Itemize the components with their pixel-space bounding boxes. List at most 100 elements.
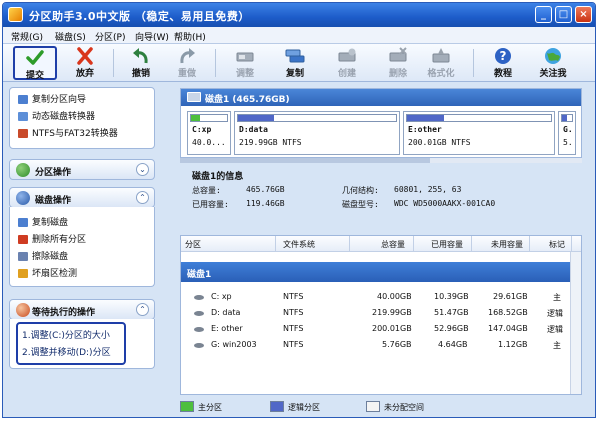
menu-partition[interactable]: 分区(P) (95, 30, 125, 43)
cell-flag: 主 (553, 293, 561, 302)
discard-label: 放弃 (75, 69, 94, 79)
partition-usage-fill (562, 115, 567, 121)
table-row[interactable]: D: data NTFS 219.99GB 51.47GB 168.52GB 逻… (181, 306, 581, 321)
pending-ops-header[interactable]: 等待执行的操作 ⌃ (9, 299, 155, 320)
table-scrollbar[interactable] (570, 252, 581, 394)
close-button[interactable]: × (575, 6, 592, 23)
geometry-value: 60801, 255, 63 (394, 185, 462, 194)
pending-item[interactable]: 1.调整(C:)分区的大小 (22, 328, 110, 341)
table-row[interactable]: E: other NTFS 200.01GB 52.96GB 147.04GB … (181, 322, 581, 337)
partition-name: G. (563, 125, 573, 134)
legend-unallocated: 未分配空间 (384, 403, 424, 412)
partition-block-d[interactable]: D:data 219.99GB NTFS (234, 111, 400, 155)
wizard-copy-partition[interactable]: 复制分区向导 (18, 92, 86, 106)
disk-ops-header[interactable]: 磁盘操作 ⌃ (9, 187, 155, 208)
dynamic-disk-icon (18, 112, 28, 121)
tutorial-button[interactable]: ? 教程 (481, 46, 525, 80)
menu-disk[interactable]: 磁盘(S) (55, 30, 86, 43)
toolbar-divider (215, 49, 216, 77)
menu-help[interactable]: 帮助(H) (174, 30, 206, 43)
disk-op-wipe[interactable]: 擦除磁盘 (18, 249, 68, 263)
logical-swatch (270, 401, 284, 412)
table-row[interactable]: C: xp NTFS 40.00GB 10.39GB 29.61GB 主 (181, 290, 581, 305)
disk-row[interactable]: 磁盘1 (181, 262, 581, 282)
wizard-dynamic-disk[interactable]: 动态磁盘转换器 (18, 109, 95, 123)
disk-op-label: 擦除磁盘 (32, 252, 69, 262)
chevron-up-icon[interactable]: ⌃ (136, 191, 149, 204)
partition-block-g[interactable]: G. 5. (558, 111, 576, 155)
column-header[interactable]: 标记 (549, 239, 565, 250)
app-window: 分区助手3.0中文版 （稳定、易用且免费） _ □ × 常规(G) 磁盘(S) … (2, 2, 596, 418)
partition-usage-fill (238, 115, 275, 121)
column-header[interactable]: 未用容量 (491, 239, 523, 250)
disk-map-header[interactable]: 磁盘1 (465.76GB) (181, 89, 581, 106)
column-header[interactable]: 总容量 (381, 239, 405, 250)
disk-ops-title: 磁盘操作 (35, 196, 72, 206)
bad-sector-icon (18, 269, 28, 278)
cell-partition: C: xp (211, 292, 232, 301)
partition-ops-title: 分区操作 (35, 168, 72, 178)
undo-button[interactable]: 撤销 (119, 46, 163, 80)
disk-op-bad-sector[interactable]: 坏扇区检测 (18, 266, 77, 280)
follow-button[interactable]: 关注我 (531, 46, 575, 80)
delete-label: 删除 (388, 69, 407, 79)
wizard-label: NTFS与FAT32转换器 (32, 129, 118, 139)
discard-button[interactable]: 放弃 (63, 46, 107, 80)
resize-button[interactable]: 调整 (223, 46, 267, 80)
disk-op-copy[interactable]: 复制磁盘 (18, 215, 68, 229)
redo-button[interactable]: 重做 (165, 46, 209, 80)
chevron-up-icon[interactable]: ⌃ (136, 303, 149, 316)
cell-filesystem: NTFS (283, 292, 304, 301)
disk-model-value: WDC WD5000AAKX-001CA0 (394, 199, 496, 208)
partition-name: E:other (408, 125, 442, 134)
copy-label: 复制 (285, 69, 304, 79)
partition-drive-icon (194, 343, 204, 348)
disk-map-scrollbar[interactable] (180, 158, 582, 163)
pending-item[interactable]: 2.调整并移动(D:)分区 (22, 345, 111, 358)
chevron-down-icon[interactable]: ⌄ (136, 163, 149, 176)
geometry-label: 几何结构: (342, 186, 379, 195)
menu-general[interactable]: 常规(G) (11, 30, 43, 43)
table-row[interactable]: G: win2003 NTFS 5.76GB 4.64GB 1.12GB 主 (181, 338, 581, 353)
resize-label: 调整 (235, 69, 254, 79)
column-header[interactable]: 已用容量 (431, 239, 463, 250)
commit-button[interactable]: 提交 (13, 46, 57, 81)
menu-wizard[interactable]: 向导(W) (135, 30, 169, 43)
delete-button[interactable]: 删除 (376, 46, 420, 80)
disk-map: 磁盘1 (465.76GB) C:xp 40.0... D:data 219.9… (180, 88, 582, 158)
column-header[interactable]: 文件系统 (283, 239, 315, 250)
partition-drive-icon (194, 327, 204, 332)
partition-ops-icon (16, 163, 30, 177)
partition-block-c[interactable]: C:xp 40.0... (187, 111, 231, 155)
column-header[interactable]: 分区 (185, 239, 201, 250)
copy-disk-icon (285, 49, 305, 63)
unallocated-swatch (366, 401, 380, 412)
pending-ops-icon (16, 303, 30, 317)
partition-drive-icon (194, 311, 204, 316)
cell-total: 5.76GB (382, 340, 412, 349)
disk-ops-box: 复制磁盘 删除所有分区 擦除磁盘 坏扇区检测 (9, 207, 155, 287)
total-capacity-value: 465.76GB (246, 185, 285, 194)
cell-partition: G: win2003 (211, 340, 257, 349)
partition-size: 200.01GB NTFS (408, 138, 471, 147)
create-button[interactable]: 创建 (325, 46, 369, 80)
cell-filesystem: NTFS (283, 340, 304, 349)
total-capacity-label: 总容量: (192, 186, 221, 195)
cell-filesystem: NTFS (283, 324, 304, 333)
window-title: 分区助手3.0中文版 （稳定、易用且免费） (29, 10, 250, 23)
create-icon (338, 48, 356, 62)
cell-free: 1.12GB (498, 340, 528, 349)
maximize-button[interactable]: □ (555, 6, 572, 23)
convert-icon (18, 129, 28, 138)
copy-button[interactable]: 复制 (273, 46, 317, 80)
disk-op-delete-all[interactable]: 删除所有分区 (18, 232, 86, 246)
partition-ops-header[interactable]: 分区操作 ⌄ (9, 159, 155, 180)
wizard-ntfs-fat32[interactable]: NTFS与FAT32转换器 (18, 126, 118, 140)
format-icon (432, 48, 450, 63)
format-label: 格式化 (427, 69, 455, 79)
legend-logical: 逻辑分区 (288, 403, 320, 412)
minimize-button[interactable]: _ (535, 6, 552, 23)
format-button[interactable]: 格式化 (419, 46, 463, 80)
legend: 主分区 逻辑分区 未分配空间 (178, 399, 588, 415)
partition-block-e[interactable]: E:other 200.01GB NTFS (403, 111, 555, 155)
